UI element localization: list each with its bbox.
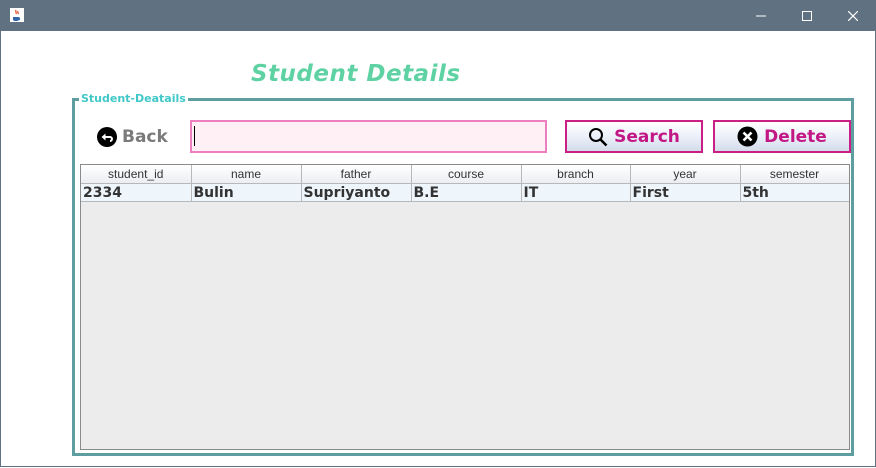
delete-label: Delete — [764, 126, 827, 147]
minimize-icon — [756, 15, 766, 16]
column-header-student-id[interactable]: student_id — [81, 165, 192, 184]
window-titlebar — [0, 0, 876, 31]
cell-year[interactable]: First — [630, 183, 741, 202]
maximize-icon — [802, 10, 812, 21]
cell-father[interactable]: Supriyanto — [301, 183, 412, 202]
java-app-icon — [10, 7, 24, 22]
cell-name[interactable]: Bulin — [191, 183, 302, 202]
table-row[interactable]: 2334 Bulin Supriyanto B.E IT First 5th — [81, 183, 849, 202]
cell-student-id[interactable]: 2334 — [81, 183, 192, 202]
cell-course[interactable]: B.E — [411, 183, 522, 202]
search-label: Search — [614, 126, 680, 147]
cell-semester[interactable]: 5th — [740, 183, 849, 202]
back-label: Back — [122, 127, 168, 147]
column-header-name[interactable]: name — [191, 165, 302, 184]
text-cursor — [194, 126, 195, 146]
search-button[interactable]: Search — [565, 120, 703, 153]
page-title: Student Details — [251, 61, 461, 87]
back-button[interactable]: Back — [97, 125, 168, 149]
group-label: Student-Deatails — [79, 92, 188, 105]
column-header-year[interactable]: year — [630, 165, 741, 184]
column-header-branch[interactable]: branch — [521, 165, 631, 184]
maximize-button[interactable] — [784, 0, 830, 31]
column-header-semester[interactable]: semester — [740, 165, 849, 184]
close-icon — [848, 10, 858, 21]
close-window-button[interactable] — [830, 0, 876, 31]
students-table[interactable]: student_id name father course branch yea… — [80, 164, 850, 450]
back-arrow-icon — [97, 127, 117, 147]
column-header-father[interactable]: father — [301, 165, 412, 184]
delete-button[interactable]: Delete — [713, 120, 851, 153]
cell-branch[interactable]: IT — [521, 183, 631, 202]
search-icon — [589, 127, 608, 146]
close-circle-icon — [737, 126, 758, 147]
table-header-row: student_id name father course branch yea… — [81, 165, 849, 184]
column-header-course[interactable]: course — [411, 165, 522, 184]
search-input[interactable] — [190, 120, 547, 153]
minimize-button[interactable] — [738, 0, 784, 31]
